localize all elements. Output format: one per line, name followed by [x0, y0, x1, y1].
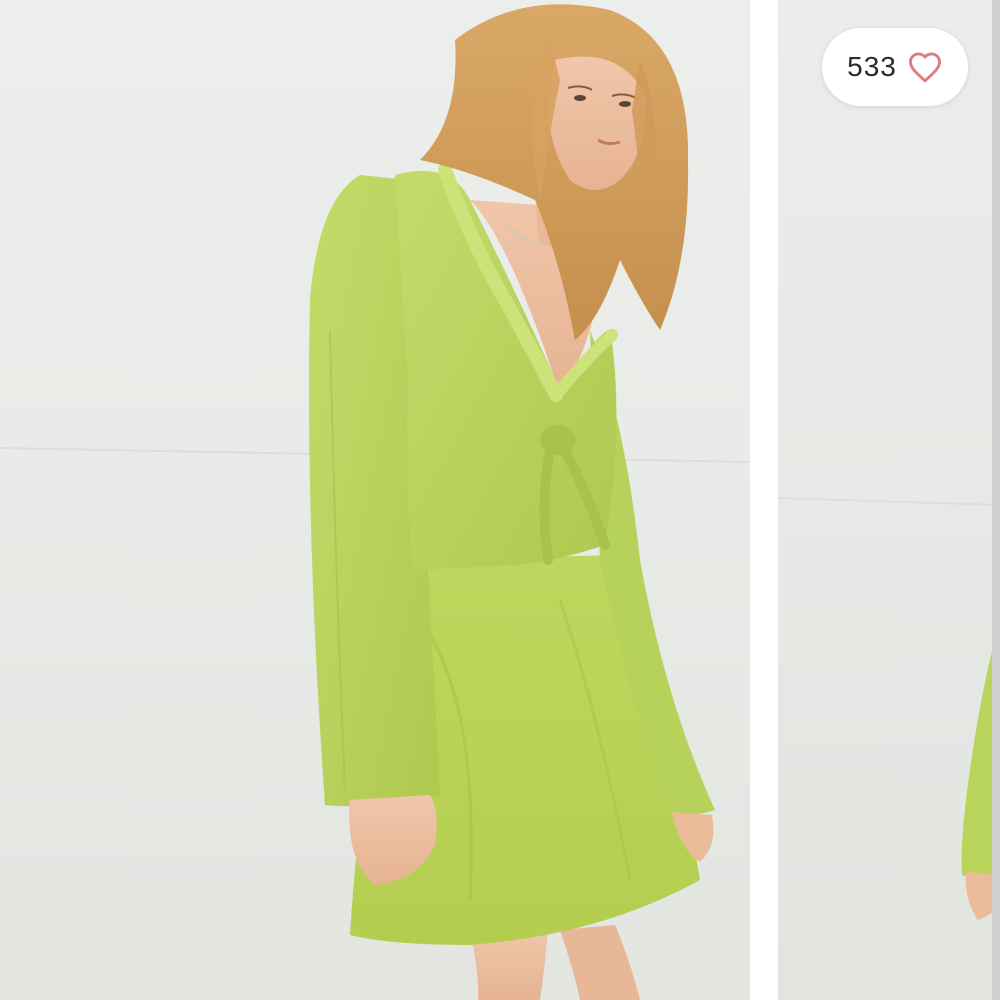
product-photo-next[interactable] — [778, 0, 1000, 1000]
carousel-gutter — [750, 0, 778, 1000]
like-button[interactable]: 533 — [822, 28, 968, 106]
like-count: 533 — [847, 51, 897, 82]
product-photo-main[interactable] — [0, 0, 750, 1000]
scrollbar[interactable] — [992, 0, 1000, 1000]
heart-outline-icon — [907, 51, 943, 83]
next-photo-preview — [778, 497, 1000, 920]
model-photo-illustration — [0, 4, 750, 1000]
product-image-carousel[interactable]: 533 — [0, 0, 1000, 1000]
